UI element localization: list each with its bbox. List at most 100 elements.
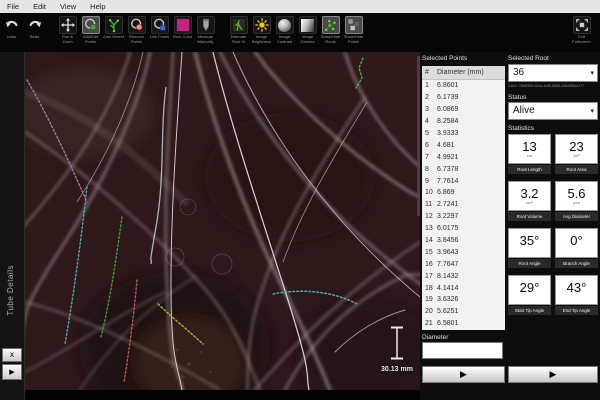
tube-details-sidebar: Tube Details x ▶ — [0, 52, 25, 400]
point-row[interactable]: 112.7241 — [422, 199, 505, 211]
selected-root-play-button[interactable]: ▶ — [508, 366, 598, 383]
point-row[interactable]: 74.9921 — [422, 151, 505, 163]
point-row[interactable]: 53.9333 — [422, 128, 505, 140]
column-diameter: Diameter (mm) — [437, 69, 505, 76]
point-row[interactable]: 136.0175 — [422, 223, 505, 235]
chevron-down-icon: ▾ — [590, 104, 594, 120]
root-color-icon — [176, 18, 190, 32]
menu-file[interactable]: File — [0, 0, 26, 13]
toolbar-button-label: Remove Points — [126, 35, 148, 44]
point-row[interactable]: 184.1414 — [422, 282, 505, 294]
estimate-root-icon — [232, 18, 246, 32]
toolbar-link-points-button[interactable]: Link Points — [149, 16, 170, 40]
toolbar-button-label: Image Gamma — [297, 35, 319, 44]
root-guid: GUID: 78bf5559-9c9a-4c85-85b8-4d8d955ce2… — [508, 84, 598, 88]
toolbar-button-label: Show/Hide Roots — [320, 35, 342, 44]
toolbar-estimate-root-button[interactable]: Estimate Root % — [228, 16, 249, 44]
points-table-body: 16.860126.173936.086948.258453.933364.68… — [422, 80, 505, 330]
point-row[interactable]: 178.1432 — [422, 270, 505, 282]
toolbar-measure-manually-button[interactable]: Measure Manually — [195, 16, 216, 44]
stat-root-length: 13cmRoot Length — [508, 134, 551, 174]
play-icon: ▶ — [9, 368, 14, 376]
show-hide-points-icon — [347, 18, 361, 32]
selected-points-title: Selected Points — [422, 55, 467, 62]
toolbar-button-label: Pan & Zoom — [57, 35, 79, 44]
toolbar-redo-button[interactable]: Redo — [24, 16, 45, 40]
stat-avg-diameter: 5.6mmAvg Diameter — [555, 181, 598, 221]
app-window: FileEditViewHelp UndoRedo Pan & ZoomAdd/E… — [0, 0, 600, 400]
toolbar-show-hide-roots-button[interactable]: Show/Hide Roots — [320, 16, 341, 44]
brightness-sun-icon — [255, 18, 269, 32]
toolbar-button-label: Link Points — [149, 35, 171, 40]
diameter-input[interactable] — [422, 342, 503, 359]
remove-points-icon — [130, 18, 144, 32]
scale-bar: 30.13 mm — [375, 326, 419, 373]
toolbar-remove-points-button[interactable]: Remove Points — [126, 16, 147, 44]
point-row[interactable]: 48.2584 — [422, 116, 505, 128]
toolbar-exit-fullscreen-button[interactable]: Exit Fullscreen — [571, 16, 592, 44]
undo-icon — [5, 18, 19, 32]
selected-root-title: Selected Root — [508, 55, 549, 62]
point-row[interactable]: 123.2297 — [422, 211, 505, 223]
point-row[interactable]: 143.8456 — [422, 235, 505, 247]
chevron-down-icon: ▾ — [590, 66, 594, 82]
show-hide-roots-icon — [324, 18, 338, 32]
selected-root-panel: Selected Root 36 ▾ GUID: 78bf5559-9c9a-4… — [508, 52, 598, 400]
toolbar-pan-zoom-button[interactable]: Pan & Zoom — [57, 16, 78, 44]
gamma-gradient-icon — [301, 18, 315, 32]
tube-details-tab[interactable]: Tube Details — [6, 265, 15, 316]
close-panel-button[interactable]: x — [2, 348, 22, 362]
play-icon: ▶ — [460, 369, 467, 380]
fullscreen-icon — [575, 18, 589, 32]
stat-root-volume: 3.2cm³Root Volume — [508, 181, 551, 221]
point-row[interactable]: 97.7614 — [422, 175, 505, 187]
toolbar-root-color-button[interactable]: Root Color — [172, 16, 193, 40]
toolbar-button-label: Exit Fullscreen — [571, 35, 593, 44]
contrast-sphere-icon — [278, 18, 292, 32]
menu-bar: FileEditViewHelp — [0, 0, 600, 13]
pan-zoom-icon — [61, 18, 75, 32]
toolbar-image-contrast-button[interactable]: Image Contrast — [274, 16, 295, 44]
statistics-grid: 13cmRoot Length23cm²Root Area3.2cm³Root … — [508, 134, 598, 315]
toolbar-image-brightness-button[interactable]: Image Brightness — [251, 16, 272, 44]
toolbar-image-gamma-button[interactable]: Image Gamma — [297, 16, 318, 44]
diameter-field-label: Diameter — [422, 334, 448, 341]
point-row[interactable]: 205.6251 — [422, 306, 505, 318]
image-viewport[interactable]: 30.13 mm — [25, 52, 420, 400]
points-table-header: # Diameter (mm) — [422, 66, 505, 80]
menu-view[interactable]: View — [53, 0, 83, 13]
point-row[interactable]: 193.6326 — [422, 294, 505, 306]
measure-manually-icon — [199, 18, 213, 32]
point-row[interactable]: 16.8601 — [422, 80, 505, 92]
toolbar-undo-button[interactable]: Undo — [1, 16, 22, 40]
selected-points-play-button[interactable]: ▶ — [422, 366, 505, 383]
selected-root-dropdown[interactable]: 36 ▾ — [508, 64, 598, 82]
status-value: Alive — [513, 105, 535, 116]
point-row[interactable]: 36.0869 — [422, 104, 505, 116]
status-dropdown[interactable]: Alive ▾ — [508, 102, 598, 120]
toolbar-button-label: Auto Detect — [103, 35, 125, 40]
point-row[interactable]: 153.9643 — [422, 246, 505, 258]
scale-bar-label: 30.13 mm — [375, 366, 419, 373]
stat-root-angle: 35°Root Angle — [508, 228, 551, 268]
point-row[interactable]: 86.7378 — [422, 163, 505, 175]
point-row[interactable]: 64.681 — [422, 139, 505, 151]
point-row[interactable]: 26.1739 — [422, 92, 505, 104]
toolbar-button-label: Root Color — [172, 35, 194, 40]
toolbar-add-edit-points-button[interactable]: Add/Edit Points — [80, 16, 101, 44]
toolbar-show-hide-points-button[interactable]: Show/Hide Points — [343, 16, 364, 44]
menu-help[interactable]: Help — [83, 0, 112, 13]
toolbar-button-label: Undo — [1, 35, 23, 40]
toolbar-button-label: Image Brightness — [251, 35, 273, 44]
toolbar-button-label: Image Contrast — [274, 35, 296, 44]
toolbar-auto-detect-button[interactable]: Auto Detect — [103, 16, 124, 40]
point-row[interactable]: 106.869 — [422, 187, 505, 199]
point-row[interactable]: 216.5801 — [422, 318, 505, 330]
auto-detect-icon — [107, 18, 121, 32]
stat-root-area: 23cm²Root Area — [555, 134, 598, 174]
menu-edit[interactable]: Edit — [26, 0, 53, 13]
stat-end-tip-angle: 43°End Tip Angle — [555, 275, 598, 315]
point-row[interactable]: 167.7647 — [422, 258, 505, 270]
sidebar-play-button[interactable]: ▶ — [2, 364, 22, 380]
toolbar-button-label: Measure Manually — [195, 35, 217, 44]
